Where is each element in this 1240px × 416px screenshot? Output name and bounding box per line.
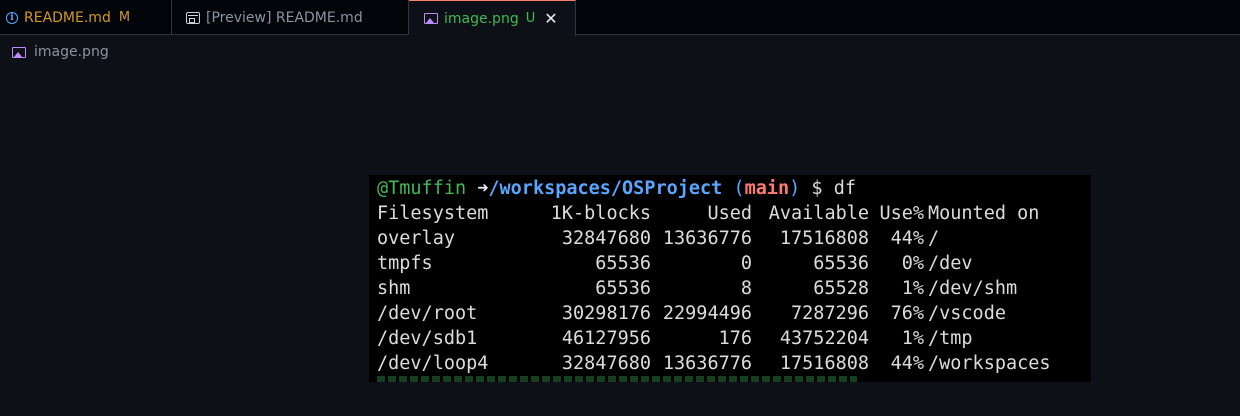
cell-used: 13636776 (662, 353, 752, 374)
prompt-symbol: $ (811, 178, 823, 199)
cell-blocks: 32847680 (561, 228, 651, 249)
prompt-user: @Tmuffin (377, 178, 467, 199)
cell-filesystem: /dev/root (377, 303, 478, 324)
image-preview-terminal: @Tmuffin ➜/workspaces/OSProject (main) $… (369, 175, 1091, 382)
tab-preview-readme[interactable]: [Preview] README.md (172, 0, 409, 35)
terminal-prompt-line: @Tmuffin ➜/workspaces/OSProject (main) $… (377, 176, 856, 201)
cell-blocks: 30298176 (561, 303, 651, 324)
cell-blocks: 65536 (595, 253, 651, 274)
header-filesystem: Filesystem (377, 203, 489, 224)
cell-use-pct: 1% (901, 328, 924, 349)
image-icon (12, 46, 26, 58)
df-row: /dev/loop4 32847680 13636776 17516808 44… (377, 351, 1077, 376)
close-icon[interactable]: ✕ (544, 9, 557, 28)
df-row: overlay 32847680 13636776 17516808 44% / (377, 226, 1077, 251)
tab-label: image.png (444, 10, 519, 27)
header-blocks: 1K-blocks (550, 203, 651, 224)
cell-mounted: /dev/shm (928, 278, 1018, 299)
cell-use-pct: 0% (901, 253, 924, 274)
prompt-paren-open: ( (733, 178, 745, 199)
cell-available: 17516808 (779, 228, 869, 249)
df-row: tmpfs 65536 0 65536 0% /dev (377, 251, 1077, 276)
cell-filesystem: overlay (377, 228, 455, 249)
prompt-paren-close: ) (789, 178, 801, 199)
cell-available: 65528 (813, 278, 869, 299)
cell-use-pct: 44% (890, 228, 924, 249)
cell-blocks: 32847680 (561, 353, 651, 374)
cell-filesystem: tmpfs (377, 253, 433, 274)
cell-blocks: 46127956 (561, 328, 651, 349)
header-used: Used (707, 203, 752, 224)
breadcrumb: image.png (12, 42, 109, 62)
modified-badge: M (118, 10, 131, 25)
cell-mounted: / (928, 228, 940, 249)
prompt-path: /workspaces/OSProject (488, 178, 723, 199)
prompt-arrow: ➜ (477, 178, 489, 199)
untracked-badge: U (525, 11, 536, 26)
cell-available: 7287296 (791, 303, 869, 324)
image-icon (424, 13, 438, 24)
df-row: shm 65536 8 65528 1% /dev/shm (377, 276, 1077, 301)
preview-icon (186, 11, 200, 24)
df-row: /dev/root 30298176 22994496 7287296 76% … (377, 301, 1077, 326)
df-header-row: Filesystem 1K-blocks Used Available Use%… (377, 201, 1077, 226)
cell-used: 8 (740, 278, 752, 299)
prompt-branch: main (744, 178, 790, 199)
cell-filesystem: /dev/loop4 (377, 353, 489, 374)
cropped-prompt-line (377, 376, 857, 382)
cell-mounted: /tmp (928, 328, 973, 349)
cell-filesystem: shm (377, 278, 411, 299)
cell-filesystem: /dev/sdb1 (377, 328, 478, 349)
cell-used: 0 (740, 253, 752, 274)
cell-use-pct: 76% (890, 303, 924, 324)
cell-mounted: /vscode (928, 303, 1006, 324)
df-row: /dev/sdb1 46127956 176 43752204 1% /tmp (377, 326, 1077, 351)
info-icon: i (6, 11, 18, 24)
cell-available: 17516808 (779, 353, 869, 374)
cell-use-pct: 44% (890, 353, 924, 374)
terminal-command: df (833, 178, 856, 199)
cell-used: 176 (718, 328, 752, 349)
header-available: Available (768, 203, 869, 224)
cell-blocks: 65536 (595, 278, 651, 299)
tab-image-png[interactable]: image.png U ✕ (409, 0, 576, 36)
tab-label: [Preview] README.md (206, 9, 363, 26)
breadcrumb-item[interactable]: image.png (34, 44, 109, 60)
cell-mounted: /workspaces (928, 353, 1051, 374)
editor-tab-bar: i README.md M [Preview] README.md image.… (0, 0, 1240, 36)
tab-label: README.md (24, 9, 111, 26)
cell-use-pct: 1% (901, 278, 924, 299)
cell-used: 22994496 (662, 303, 752, 324)
cell-available: 65536 (813, 253, 869, 274)
cell-used: 13636776 (662, 228, 752, 249)
tab-readme[interactable]: i README.md M (0, 0, 172, 35)
cell-mounted: /dev (928, 253, 973, 274)
header-use-pct: Use% (879, 203, 924, 224)
cell-available: 43752204 (779, 328, 869, 349)
header-mounted: Mounted on (928, 203, 1040, 224)
